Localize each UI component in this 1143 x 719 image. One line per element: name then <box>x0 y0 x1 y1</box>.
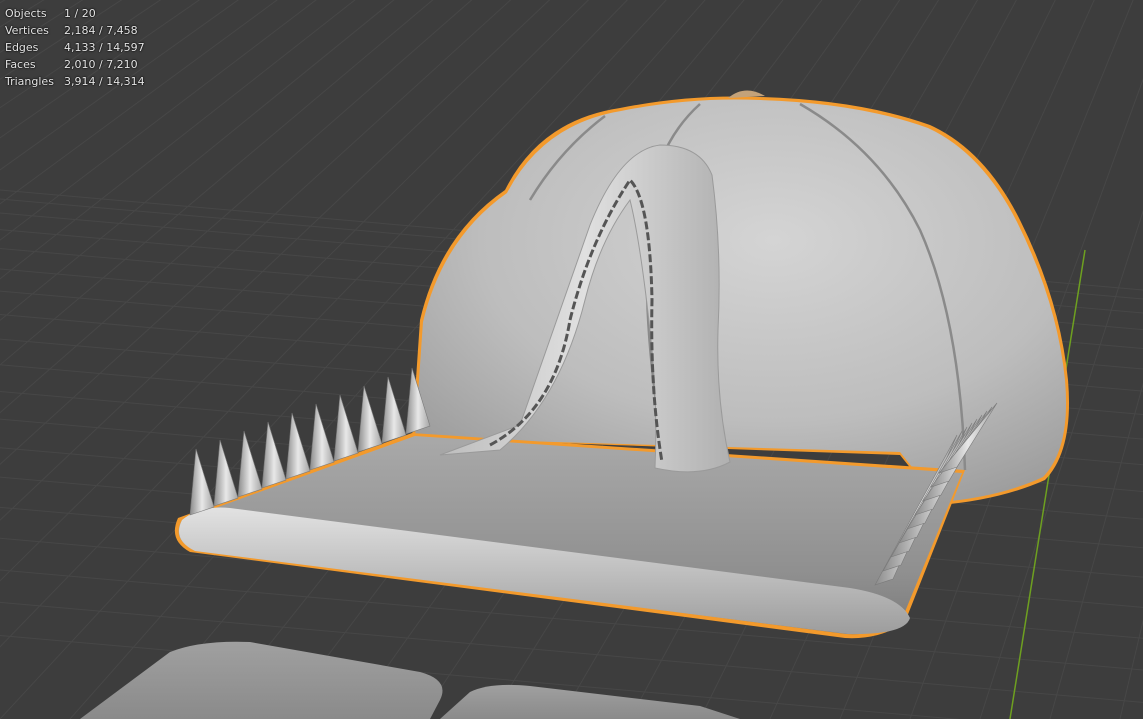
viewport-canvas <box>0 0 1143 719</box>
stat-value: 4,133 / 14,597 <box>64 41 145 54</box>
stat-row-vertices: Vertices 2,184 / 7,458 <box>5 22 145 39</box>
spike <box>189 448 215 516</box>
stat-value: 3,914 / 14,314 <box>64 75 145 88</box>
3d-viewport[interactable] <box>0 0 1143 719</box>
stat-row-faces: Faces 2,010 / 7,210 <box>5 56 145 73</box>
foreground-mesh-blocks <box>80 641 740 719</box>
stat-row-edges: Edges 4,133 / 14,597 <box>5 39 145 56</box>
stat-label: Triangles <box>5 75 54 88</box>
stat-row-objects: Objects 1 / 20 <box>5 5 145 22</box>
spike <box>357 385 383 453</box>
spike <box>333 394 359 462</box>
spike <box>309 403 335 471</box>
spike <box>381 376 407 444</box>
stat-row-triangles: Triangles 3,914 / 14,314 <box>5 73 145 90</box>
stat-label: Faces <box>5 58 36 71</box>
statistics-overlay: Objects 1 / 20 Vertices 2,184 / 7,458 Ed… <box>5 5 145 90</box>
spike <box>213 439 239 507</box>
stat-label: Objects <box>5 7 47 20</box>
stat-label: Edges <box>5 41 39 54</box>
stat-value: 1 / 20 <box>64 7 96 20</box>
stat-value: 2,184 / 7,458 <box>64 24 138 37</box>
cap-button <box>728 90 765 98</box>
stat-label: Vertices <box>5 24 49 37</box>
stat-value: 2,010 / 7,210 <box>64 58 138 71</box>
